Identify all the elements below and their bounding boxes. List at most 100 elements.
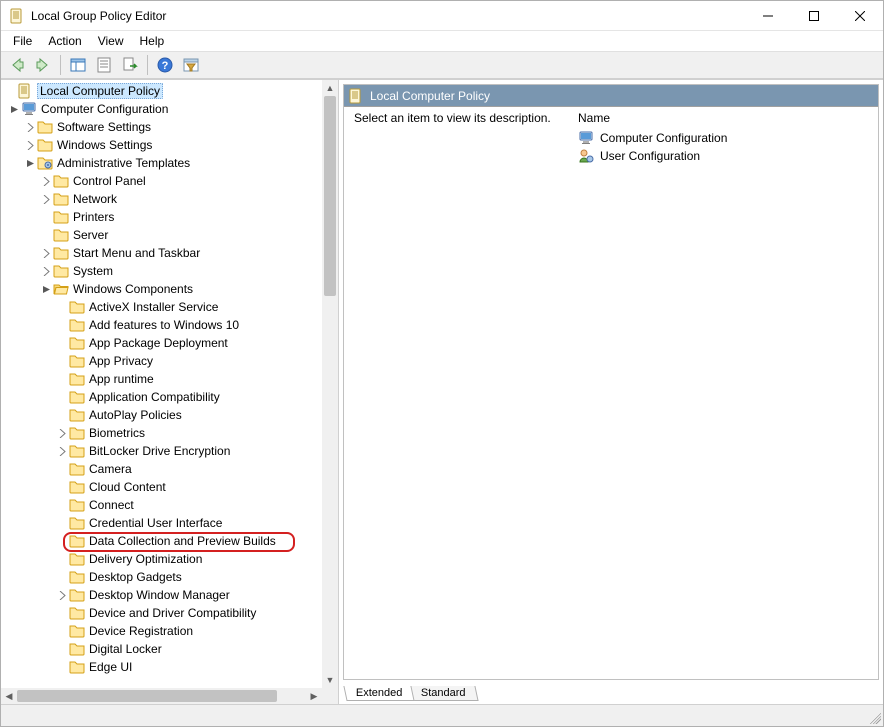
tree-desktop-window-manager[interactable]: Desktop Window Manager xyxy=(3,586,322,604)
expand-toggle[interactable] xyxy=(39,192,53,206)
menu-view[interactable]: View xyxy=(90,32,132,50)
tree-delivery-optimization[interactable]: Delivery Optimization xyxy=(3,550,322,568)
expand-toggle[interactable] xyxy=(55,444,69,458)
tree-bitlocker[interactable]: BitLocker Drive Encryption xyxy=(3,442,322,460)
tree-label: AutoPlay Policies xyxy=(89,408,182,422)
tree-administrative-templates[interactable]: Administrative Templates xyxy=(3,154,322,172)
tree-app-privacy[interactable]: App Privacy xyxy=(3,352,322,370)
tree-cloud-content[interactable]: Cloud Content xyxy=(3,478,322,496)
tree-biometrics[interactable]: Biometrics xyxy=(3,424,322,442)
tree-device-driver-compat[interactable]: Device and Driver Compatibility xyxy=(3,604,322,622)
folder-icon xyxy=(53,191,69,207)
folder-icon xyxy=(53,263,69,279)
folder-icon xyxy=(53,227,69,243)
folder-icon xyxy=(69,659,85,675)
vertical-scrollbar[interactable]: ▲ ▼ xyxy=(322,80,338,688)
help-button[interactable] xyxy=(153,53,177,77)
tree-camera[interactable]: Camera xyxy=(3,460,322,478)
tree-app-package-deployment[interactable]: App Package Deployment xyxy=(3,334,322,352)
scroll-thumb[interactable] xyxy=(324,96,336,296)
policy-tree[interactable]: Local Computer Policy Computer Configura… xyxy=(1,80,322,688)
tree-add-features[interactable]: Add features to Windows 10 xyxy=(3,316,322,334)
filter-button[interactable] xyxy=(179,53,203,77)
list-column: Name Computer Configuration User Configu… xyxy=(578,111,868,675)
expand-toggle[interactable] xyxy=(23,120,37,134)
tree-edge-ui[interactable]: Edge UI xyxy=(3,658,322,676)
tree-system[interactable]: System xyxy=(3,262,322,280)
tree-windows-components[interactable]: Windows Components xyxy=(3,280,322,298)
tree-server[interactable]: Server xyxy=(3,226,322,244)
tab-standard[interactable]: Standard xyxy=(409,686,479,701)
tree-label: Add features to Windows 10 xyxy=(89,318,239,332)
menu-help[interactable]: Help xyxy=(132,32,173,50)
tab-extended[interactable]: Extended xyxy=(343,686,415,701)
tree-device-registration[interactable]: Device Registration xyxy=(3,622,322,640)
expand-toggle[interactable] xyxy=(7,102,21,116)
expand-toggle[interactable] xyxy=(55,588,69,602)
maximize-button[interactable] xyxy=(791,1,837,31)
tree-autoplay-policies[interactable]: AutoPlay Policies xyxy=(3,406,322,424)
computer-icon xyxy=(21,101,37,117)
tree-label: Windows Components xyxy=(73,282,193,296)
details-title: Local Computer Policy xyxy=(370,89,490,103)
resize-grip[interactable] xyxy=(867,710,881,724)
tree-label: Digital Locker xyxy=(89,642,162,656)
tree-pane: Local Computer Policy Computer Configura… xyxy=(1,80,339,704)
expand-toggle[interactable] xyxy=(39,264,53,278)
tree-label: Camera xyxy=(89,462,132,476)
minimize-button[interactable] xyxy=(745,1,791,31)
tree-digital-locker[interactable]: Digital Locker xyxy=(3,640,322,658)
tree-label: BitLocker Drive Encryption xyxy=(89,444,230,458)
tree-app-runtime[interactable]: App runtime xyxy=(3,370,322,388)
menu-file[interactable]: File xyxy=(5,32,40,50)
show-hide-tree-button[interactable] xyxy=(66,53,90,77)
scroll-down-arrow[interactable]: ▼ xyxy=(322,672,338,688)
tree-application-compatibility[interactable]: Application Compatibility xyxy=(3,388,322,406)
tree-root[interactable]: Local Computer Policy xyxy=(3,82,322,100)
nav-back-button[interactable] xyxy=(5,53,29,77)
close-button[interactable] xyxy=(837,1,883,31)
horizontal-scrollbar[interactable]: ◀ ▶ xyxy=(1,688,322,704)
list-item-computer-configuration[interactable]: Computer Configuration xyxy=(578,129,868,147)
menubar: File Action View Help xyxy=(1,31,883,51)
nav-forward-button[interactable] xyxy=(31,53,55,77)
tree-label: Start Menu and Taskbar xyxy=(73,246,200,260)
scroll-up-arrow[interactable]: ▲ xyxy=(322,80,338,96)
tree-credential-ui[interactable]: Credential User Interface xyxy=(3,514,322,532)
scroll-right-arrow[interactable]: ▶ xyxy=(306,688,322,704)
tree-connect[interactable]: Connect xyxy=(3,496,322,514)
tree-label: Device and Driver Compatibility xyxy=(89,606,256,620)
tree-desktop-gadgets[interactable]: Desktop Gadgets xyxy=(3,568,322,586)
expand-toggle[interactable] xyxy=(39,246,53,260)
tree-software-settings[interactable]: Software Settings xyxy=(3,118,322,136)
tree-start-menu-taskbar[interactable]: Start Menu and Taskbar xyxy=(3,244,322,262)
scroll-left-arrow[interactable]: ◀ xyxy=(1,688,17,704)
tree-label: Credential User Interface xyxy=(89,516,222,530)
folder-icon xyxy=(69,551,85,567)
folder-icon xyxy=(69,317,85,333)
column-header-name[interactable]: Name xyxy=(578,111,868,125)
properties-button[interactable] xyxy=(92,53,116,77)
expand-toggle[interactable] xyxy=(55,426,69,440)
list-item-user-configuration[interactable]: User Configuration xyxy=(578,147,868,165)
tree-control-panel[interactable]: Control Panel xyxy=(3,172,322,190)
tree-label: Windows Settings xyxy=(57,138,152,152)
tree-data-collection[interactable]: Data Collection and Preview Builds xyxy=(3,532,322,550)
menu-action[interactable]: Action xyxy=(40,32,89,50)
list-item-label: Computer Configuration xyxy=(600,131,727,145)
tree-printers[interactable]: Printers xyxy=(3,208,322,226)
expand-toggle[interactable] xyxy=(23,156,37,170)
tree-computer-configuration[interactable]: Computer Configuration xyxy=(3,100,322,118)
tree-windows-settings[interactable]: Windows Settings xyxy=(3,136,322,154)
folder-icon xyxy=(69,497,85,513)
tree-network[interactable]: Network xyxy=(3,190,322,208)
tree-activex[interactable]: ActiveX Installer Service xyxy=(3,298,322,316)
expand-toggle[interactable] xyxy=(39,174,53,188)
scroll-thumb[interactable] xyxy=(17,690,277,702)
expand-toggle[interactable] xyxy=(39,282,53,296)
tree-label: Printers xyxy=(73,210,114,224)
export-list-button[interactable] xyxy=(118,53,142,77)
folder-icon xyxy=(69,371,85,387)
expand-toggle[interactable] xyxy=(23,138,37,152)
folder-icon xyxy=(69,461,85,477)
